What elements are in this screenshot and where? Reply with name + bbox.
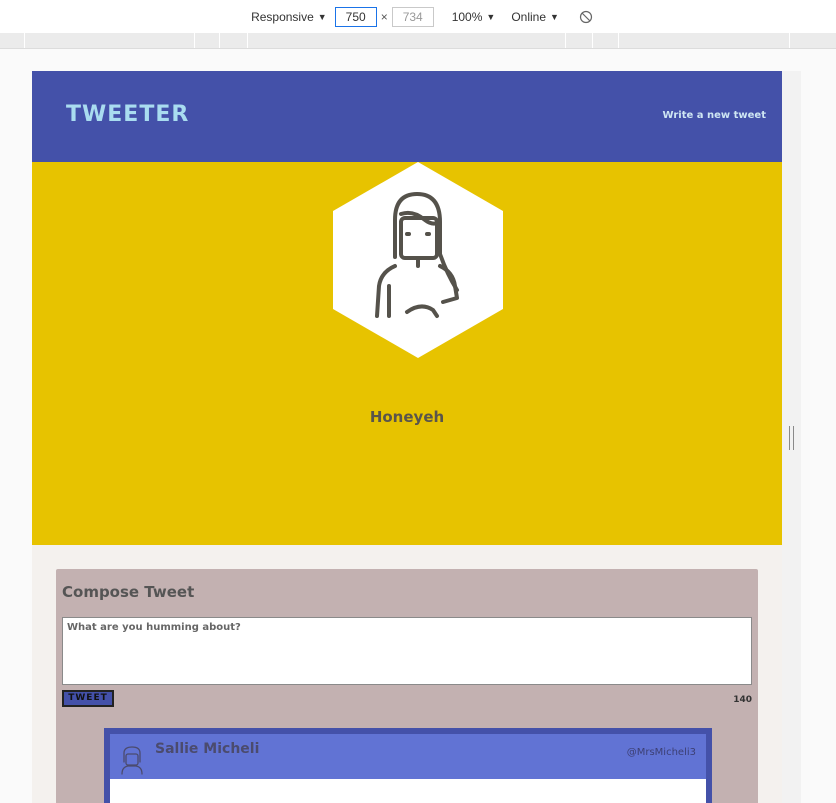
media-query-ruler bbox=[0, 33, 836, 49]
device-label: Responsive bbox=[251, 9, 314, 24]
tweet-card: Sallie Micheli @MrsMicheli3 bbox=[104, 728, 712, 803]
rotate-icon[interactable] bbox=[579, 10, 593, 24]
tweet-textarea[interactable] bbox=[62, 617, 752, 685]
char-counter: 140 bbox=[733, 695, 752, 705]
resize-handle[interactable] bbox=[789, 426, 794, 450]
height-input[interactable] bbox=[391, 6, 434, 27]
user-avatar-icon bbox=[121, 746, 143, 775]
ruler-tick bbox=[194, 33, 195, 48]
device-select[interactable]: Responsive ▼ bbox=[251, 10, 327, 24]
compose-panel: Compose Tweet TWEET 140 Sallie Micheli @… bbox=[56, 569, 758, 803]
write-tweet-link[interactable]: Write a new tweet bbox=[663, 110, 766, 121]
ruler-tick bbox=[789, 33, 790, 48]
tweet-header: Sallie Micheli @MrsMicheli3 bbox=[110, 734, 706, 779]
profile-header: Honeyeh bbox=[32, 162, 782, 545]
chevron-down-icon: ▼ bbox=[317, 11, 327, 22]
ruler-tick bbox=[247, 33, 248, 48]
zoom-select[interactable]: 100% ▼ bbox=[452, 10, 496, 24]
ruler-tick bbox=[618, 33, 619, 48]
ruler-tick bbox=[592, 33, 593, 48]
network-label: Online bbox=[511, 9, 547, 24]
chevron-down-icon: ▼ bbox=[486, 11, 496, 22]
tweet-body bbox=[110, 779, 706, 803]
tweet-author-handle: @MrsMicheli3 bbox=[626, 747, 696, 758]
chevron-down-icon: ▼ bbox=[550, 11, 559, 22]
network-select[interactable]: Online ▼ bbox=[511, 10, 559, 24]
zoom-label: 100% bbox=[451, 9, 483, 24]
ruler-tick bbox=[565, 33, 566, 48]
devtools-toolbar: Responsive ▼ × 100% ▼ Online ▼ bbox=[0, 0, 836, 34]
tweet-author-name: Sallie Micheli bbox=[155, 741, 260, 757]
ruler-tick bbox=[24, 33, 25, 48]
times-icon: × bbox=[380, 9, 388, 24]
app-viewport: TWEETER Write a new tweet Honeyeh Compos… bbox=[32, 71, 782, 803]
width-input[interactable] bbox=[334, 6, 377, 27]
brand-logo[interactable]: TWEETER bbox=[66, 102, 189, 127]
profile-name: Honeyeh bbox=[369, 408, 445, 426]
top-nav: TWEETER Write a new tweet bbox=[32, 71, 782, 162]
user-avatar-icon bbox=[333, 162, 503, 358]
tweet-button[interactable]: TWEET bbox=[62, 690, 114, 707]
compose-title: Compose Tweet bbox=[62, 583, 195, 601]
ruler-tick bbox=[219, 33, 220, 48]
